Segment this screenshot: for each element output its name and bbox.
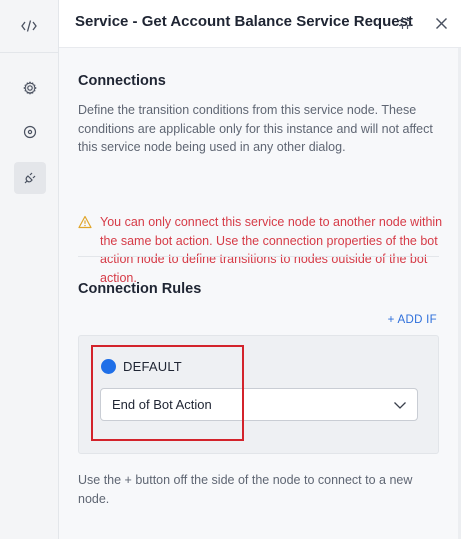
connections-tab[interactable] — [14, 162, 46, 194]
close-icon — [435, 17, 447, 29]
plug-icon — [24, 172, 36, 184]
code-icon — [21, 20, 37, 32]
warning-text: You can only connect this service node t… — [100, 215, 443, 285]
left-rail — [0, 0, 59, 539]
code-view-button[interactable] — [0, 0, 58, 53]
panel-title: Service - Get Account Balance Service Re… — [75, 13, 413, 30]
gear-icon — [23, 81, 37, 95]
highlight-box — [91, 345, 244, 441]
collapse-button[interactable] — [395, 13, 415, 33]
connection-footnote: Use the + button off the side of the nod… — [78, 473, 413, 506]
connections-heading: Connections — [78, 73, 166, 89]
close-button[interactable] — [431, 13, 451, 33]
collapse-icon — [399, 17, 411, 29]
chevron-down-icon — [394, 402, 406, 409]
service-properties-panel: Service - Get Account Balance Service Re… — [0, 0, 461, 539]
section-divider — [78, 256, 439, 257]
add-if-button[interactable]: + ADD IF — [388, 314, 437, 326]
warning-icon — [78, 215, 92, 229]
target-icon — [23, 125, 37, 139]
connections-description: Define the transition conditions from th… — [78, 103, 433, 154]
settings-tab[interactable] — [14, 72, 46, 104]
instance-tab[interactable] — [14, 116, 46, 148]
connection-rules-heading: Connection Rules — [78, 281, 202, 297]
panel-header: Service - Get Account Balance Service Re… — [59, 0, 461, 48]
connections-content: Connections Define the transition condit… — [59, 48, 461, 539]
